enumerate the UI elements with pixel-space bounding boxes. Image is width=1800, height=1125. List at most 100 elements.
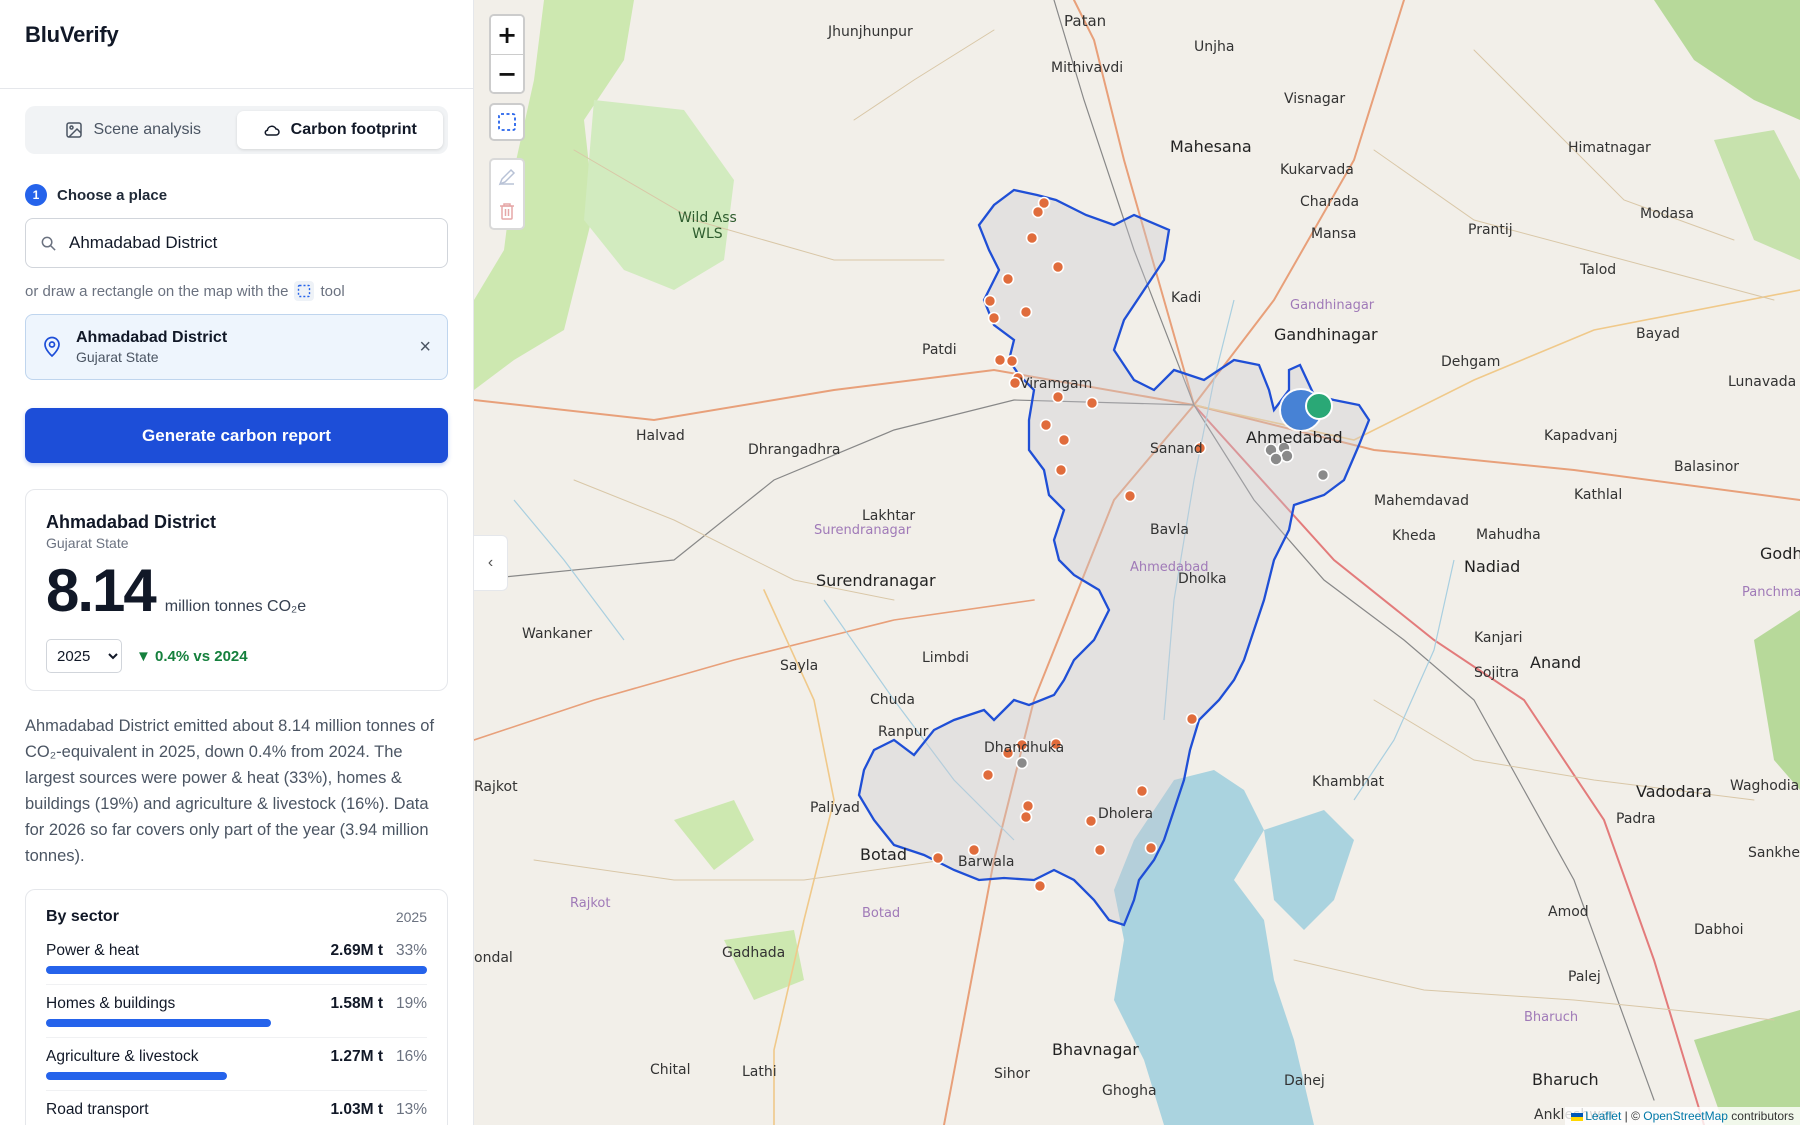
map-label: Botad: [860, 845, 907, 864]
emission-point[interactable]: [1019, 305, 1033, 319]
brand-logo: BluVerify: [25, 22, 119, 47]
facility-point[interactable]: [1316, 468, 1330, 482]
emission-point[interactable]: [993, 353, 1007, 367]
collapse-sidebar-chevron-icon[interactable]: ‹: [474, 535, 508, 591]
map-label: Surendranagar: [814, 523, 912, 538]
emission-point[interactable]: [931, 851, 945, 865]
sector-row-homes-buildings: Homes & buildings 1.58M t 19%: [46, 985, 427, 1038]
emissions-result-card: Ahmadabad District Gujarat State 8.14 mi…: [25, 489, 448, 691]
leaflet-link[interactable]: Leaflet: [1585, 1109, 1621, 1123]
map-label: Kanjari: [1474, 630, 1523, 646]
selected-place-text: Ahmadabad District Gujarat State: [76, 329, 405, 365]
emission-point[interactable]: [1123, 489, 1137, 503]
map-label: Nadiad: [1464, 557, 1521, 576]
clear-place-close-icon[interactable]: ×: [419, 337, 431, 357]
emission-point[interactable]: [981, 768, 995, 782]
zoom-out-button[interactable]: −: [491, 54, 523, 92]
map-label: Anand: [1530, 653, 1582, 672]
tab-scene-analysis[interactable]: Scene analysis: [30, 111, 237, 149]
sector-value: 1.03M t: [330, 1101, 383, 1118]
map-label: Prantij: [1468, 222, 1513, 238]
emission-point[interactable]: [1001, 272, 1015, 286]
emission-point[interactable]: [1057, 433, 1071, 447]
emission-point[interactable]: [1039, 418, 1053, 432]
map-label: Sankheda: [1748, 845, 1800, 861]
tab-carbon-footprint-label: Carbon footprint: [290, 121, 417, 138]
cloud-icon: [264, 125, 280, 136]
sector-bar: [46, 966, 427, 974]
map-label: Viramgam: [1020, 376, 1093, 392]
sector-breakdown-card: By sector 2025 Power & heat 2.69M t 33% Ho…: [25, 889, 448, 1125]
zoom-in-button[interactable]: +: [491, 16, 523, 54]
emission-point[interactable]: [1008, 376, 1022, 390]
emission-point[interactable]: [1051, 260, 1065, 274]
map-label: Lunavada: [1728, 374, 1797, 390]
facility-point[interactable]: [1015, 756, 1029, 770]
sector-percent: 13%: [395, 1101, 427, 1118]
emission-point[interactable]: [983, 294, 997, 308]
map-label: Chuda: [870, 692, 915, 708]
map-label: Mithivavdi: [1051, 60, 1124, 76]
sector-percent: 33%: [395, 942, 427, 959]
map-label: Botad: [862, 906, 901, 921]
result-value-row: 8.14 million tonnes CO₂e: [46, 561, 427, 621]
delete-trash-icon[interactable]: [498, 201, 516, 221]
edit-pencil-icon[interactable]: [497, 167, 517, 187]
step-label: Choose a place: [57, 186, 168, 204]
map-attribution: Leaflet | © OpenStreetMap contributors: [1565, 1107, 1800, 1125]
map-label: Dahej: [1284, 1073, 1325, 1089]
emission-point[interactable]: [1144, 841, 1158, 855]
draw-rectangle-button[interactable]: [489, 103, 525, 141]
sector-title: By sector: [46, 908, 119, 925]
map-label: Dholka: [1178, 571, 1227, 587]
generate-report-button[interactable]: Generate carbon report: [25, 408, 448, 463]
map-label: Kadi: [1171, 290, 1202, 306]
osm-link[interactable]: OpenStreetMap: [1643, 1109, 1728, 1123]
emission-point[interactable]: [987, 311, 1001, 325]
map-label: Talod: [1580, 262, 1617, 278]
draw-hint: or draw a rectangle on the map with the …: [25, 281, 448, 301]
facility-point[interactable]: [1269, 452, 1283, 466]
emission-point[interactable]: [1021, 799, 1035, 813]
rectangle-tool-icon: [294, 281, 315, 301]
map-view[interactable]: Patan Jhunjhunpur Unjha Mithivavdi Visna…: [474, 0, 1800, 1125]
year-select[interactable]: 2025: [46, 639, 122, 673]
emission-point[interactable]: [1093, 843, 1107, 857]
sector-label: Agriculture & livestock: [46, 1048, 199, 1065]
sector-list: Power & heat 2.69M t 33% Homes & buildings…: [46, 926, 427, 1125]
mode-tabs: Scene analysis Carbon footprint: [25, 106, 448, 154]
emission-point[interactable]: [1019, 810, 1033, 824]
map-label: Patan: [1064, 12, 1107, 30]
map-label: Sojitra: [1474, 665, 1520, 681]
map-label: Dholera: [1098, 806, 1154, 822]
cluster-marker-green[interactable]: [1305, 392, 1333, 420]
emission-point[interactable]: [1135, 784, 1149, 798]
emission-point[interactable]: [1033, 879, 1047, 893]
attribution-contributors: contributors: [1727, 1109, 1794, 1123]
emission-point[interactable]: [1185, 712, 1199, 726]
emission-point[interactable]: [1084, 814, 1098, 828]
emission-point[interactable]: [1085, 396, 1099, 410]
hint-text-after: tool: [320, 282, 345, 300]
emission-point[interactable]: [1031, 205, 1045, 219]
result-controls: 2025 ▼ 0.4% vs 2024: [46, 639, 427, 673]
tab-carbon-footprint[interactable]: Carbon footprint: [236, 111, 443, 149]
forest-area: [674, 800, 754, 870]
map-label: Bhavnagar: [1052, 1040, 1139, 1059]
result-place-name: Ahmadabad District: [46, 512, 217, 532]
facility-point[interactable]: [1280, 449, 1294, 463]
search-input[interactable]: [69, 233, 433, 253]
map-label: Sihor: [994, 1066, 1030, 1082]
sector-row-power-heat: Power & heat 2.69M t 33%: [46, 926, 427, 985]
sector-label: Power & heat: [46, 942, 140, 959]
hint-text-before: or draw a rectangle on the map with the: [25, 282, 289, 300]
sector-percent: 19%: [395, 995, 427, 1012]
place-search: [25, 218, 448, 268]
app-root: BluVerify Scene analysis Carbon footprin…: [0, 0, 1800, 1125]
map-label: Himatnagar: [1568, 140, 1651, 156]
emission-point[interactable]: [1005, 354, 1019, 368]
emission-point[interactable]: [1051, 390, 1065, 404]
emission-point[interactable]: [1025, 231, 1039, 245]
map-label: Mahudha: [1476, 527, 1541, 543]
emission-point[interactable]: [1054, 463, 1068, 477]
